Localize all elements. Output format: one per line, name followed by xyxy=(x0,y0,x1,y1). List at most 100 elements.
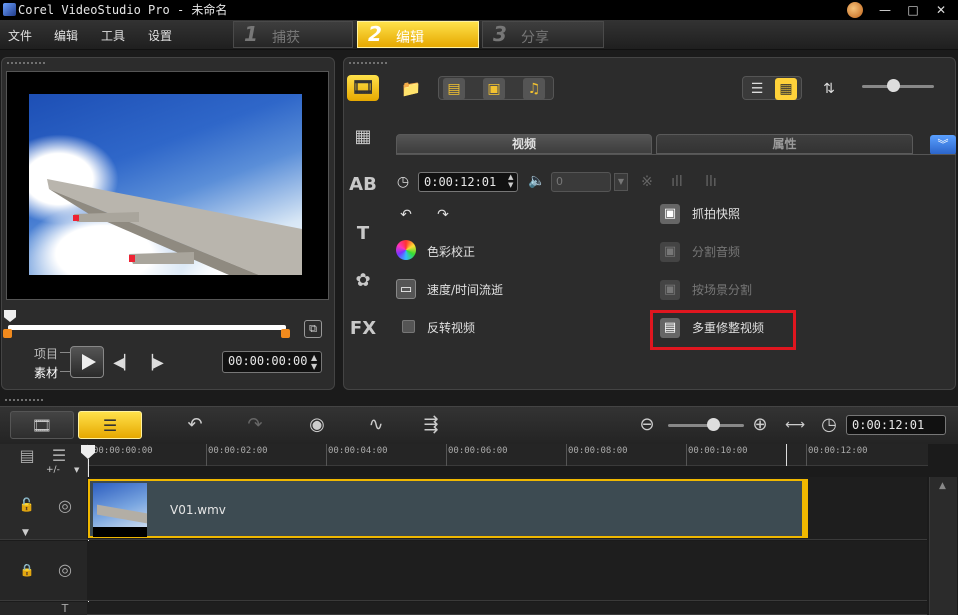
timeline-scrollbar[interactable]: ▲ xyxy=(929,477,957,615)
app-icon xyxy=(3,3,16,16)
menu-file[interactable]: 文件 xyxy=(8,27,32,44)
title-bar: Corel VideoStudio Pro - 未命名 — □ ✕ xyxy=(0,0,958,20)
redo-icon: ↷ xyxy=(247,414,263,435)
menu-edit[interactable]: 编辑 xyxy=(54,27,78,44)
menu-bar: 文件 编辑 工具 设置 1 捕获 2 编辑 3 分享 xyxy=(0,20,958,50)
menu-settings[interactable]: 设置 xyxy=(148,27,172,44)
split-audio-icon: ▣ xyxy=(660,242,680,262)
tab-capture[interactable]: 1 捕获 xyxy=(233,21,353,48)
duration-spinner[interactable]: ▲ ▼ xyxy=(508,173,513,189)
media-filter-group: ▤ ▣ ♫ xyxy=(438,76,554,100)
fade-out-icon: llı xyxy=(705,174,717,190)
filter-video-icon[interactable]: ▤ xyxy=(443,78,465,100)
close-icon[interactable]: ✕ xyxy=(928,2,954,18)
overlay-track[interactable] xyxy=(87,541,927,601)
track-expand-icon[interactable]: ▼ xyxy=(22,528,29,538)
timecode-spinner[interactable]: ▲ ▼ xyxy=(311,353,317,371)
zoom-thumbnail-handle[interactable] xyxy=(887,79,900,92)
zoom-out-icon[interactable]: ⊖ xyxy=(632,413,662,437)
video-clip[interactable]: V01.wmv xyxy=(88,479,808,538)
list-view-icon[interactable]: ☰ xyxy=(746,78,768,100)
time-ruler[interactable]: 00:00:00:00 00:00:02:00 00:00:04:00 00:0… xyxy=(88,444,928,466)
fit-project-icon[interactable]: ⟷ xyxy=(780,413,810,437)
scrubber-bar[interactable] xyxy=(8,325,286,330)
window-title: Corel VideoStudio Pro - 未命名 xyxy=(18,3,228,17)
audio-mixer-icon[interactable]: ∿ xyxy=(361,413,391,437)
add-remove-track-button[interactable]: +/- xyxy=(46,465,60,475)
reverse-video-label[interactable]: 反转视频 xyxy=(427,319,475,336)
filter-audio-icon[interactable]: ♫ xyxy=(523,78,545,100)
folder-icon[interactable]: 📁 xyxy=(400,78,422,100)
volume-icon[interactable]: 🔈 xyxy=(526,170,548,192)
ruler-tick-5: 00:00:10:00 xyxy=(688,446,748,456)
clock-icon: ◷ xyxy=(396,174,410,190)
color-correction-label[interactable]: 色彩校正 xyxy=(427,243,475,260)
next-frame-icon[interactable]: ▕▶ xyxy=(142,352,164,374)
timeline-view-button[interactable]: ☰ xyxy=(78,411,142,439)
rotate-right-icon[interactable]: ↷ xyxy=(432,204,454,226)
text-t-icon[interactable]: T xyxy=(347,221,379,247)
rotate-left-icon[interactable]: ↶ xyxy=(395,204,417,226)
mode-project-label[interactable]: 项目 xyxy=(34,345,58,362)
enlarge-icon[interactable]: ⧉ xyxy=(304,320,322,338)
preview-frame-airplane-wing xyxy=(29,94,302,275)
snapshot-label[interactable]: 抓拍快照 xyxy=(692,205,740,222)
speed-time-label[interactable]: 速度/时间流逝 xyxy=(427,281,503,298)
title-track[interactable] xyxy=(87,602,927,615)
tab-video[interactable]: 视频 xyxy=(396,134,652,154)
track-lock-icon[interactable]: 🔒 xyxy=(12,558,42,582)
project-duration-field[interactable]: 0:00:12:01 xyxy=(846,415,946,435)
tab-edit[interactable]: 2 编辑 xyxy=(357,21,479,48)
add-track-dropdown-icon[interactable]: ▼ xyxy=(74,466,79,474)
multi-trim-video-label[interactable]: 多重修整视频 xyxy=(692,319,764,336)
transition-icon[interactable]: ▦ xyxy=(347,124,379,150)
trim-end-marker[interactable] xyxy=(281,329,290,338)
menu-tools[interactable]: 工具 xyxy=(101,27,125,44)
record-capture-icon[interactable]: ◉ xyxy=(302,413,332,437)
minimize-icon[interactable]: — xyxy=(872,2,898,18)
volume-field[interactable]: 0 xyxy=(551,172,611,192)
storyboard-view-button[interactable]: 🎞 xyxy=(10,411,74,439)
fx-filter-icon[interactable]: FX xyxy=(347,316,379,342)
sort-icon[interactable]: ⇅ xyxy=(818,78,840,100)
collapse-options-icon[interactable]: ︾ xyxy=(930,135,956,155)
tab-share[interactable]: 3 分享 xyxy=(482,21,604,48)
clip-duration-field[interactable]: 0:00:12:01 xyxy=(418,172,518,192)
title-ab-icon[interactable]: AB xyxy=(347,172,379,198)
corel-logo-icon xyxy=(847,2,863,18)
play-button[interactable] xyxy=(70,346,104,378)
timeline-grip[interactable] xyxy=(4,398,44,402)
track-lock-icon[interactable]: 🔓 xyxy=(12,494,42,518)
zoom-in-icon[interactable]: ⊕ xyxy=(745,413,775,437)
volume-dropdown-icon[interactable]: ▼ xyxy=(614,173,628,191)
reverse-video-checkbox[interactable] xyxy=(402,320,415,333)
media-library-icon[interactable]: 🎞 xyxy=(347,75,379,101)
graphics-icon[interactable]: ✿ xyxy=(347,268,379,294)
track-manager-icon[interactable]: ▤ xyxy=(12,444,42,468)
filter-photo-icon[interactable]: ▣ xyxy=(483,78,505,100)
ruler-tick-0: 00:00:00:00 xyxy=(93,446,153,456)
trim-start-marker[interactable] xyxy=(3,329,12,338)
ruler-tick-1: 00:00:02:00 xyxy=(208,446,268,456)
undo-icon[interactable]: ↶ xyxy=(180,413,210,437)
video-track: V01.wmv xyxy=(87,477,927,540)
fade-in-icon: ıll xyxy=(671,174,683,190)
panel-grip[interactable] xyxy=(6,61,46,65)
speed-time-icon[interactable]: ▭ xyxy=(396,279,416,299)
preview-screen xyxy=(6,71,329,300)
panel-grip[interactable] xyxy=(348,61,388,65)
clip-thumbnail xyxy=(93,483,147,537)
preview-timecode[interactable]: 00:00:00:00 xyxy=(222,351,322,373)
thumbnail-view-icon[interactable]: ▦ xyxy=(775,78,797,100)
timeline-zoom-handle[interactable] xyxy=(707,418,720,431)
auto-music-icon[interactable]: ⇶ xyxy=(416,413,446,437)
timeline-zoom-slider[interactable] xyxy=(668,424,744,427)
maximize-icon[interactable]: □ xyxy=(900,2,926,18)
mode-clip-label[interactable]: 素材 xyxy=(34,364,58,381)
scroll-up-icon[interactable]: ▲ xyxy=(939,481,946,491)
multi-trim-video-icon[interactable]: ▤ xyxy=(660,318,680,338)
snapshot-icon[interactable]: ▣ xyxy=(660,204,680,224)
prev-frame-icon[interactable]: ◀▏ xyxy=(113,352,135,374)
tab-properties[interactable]: 属性 xyxy=(656,134,913,154)
color-correction-icon[interactable] xyxy=(396,240,416,260)
